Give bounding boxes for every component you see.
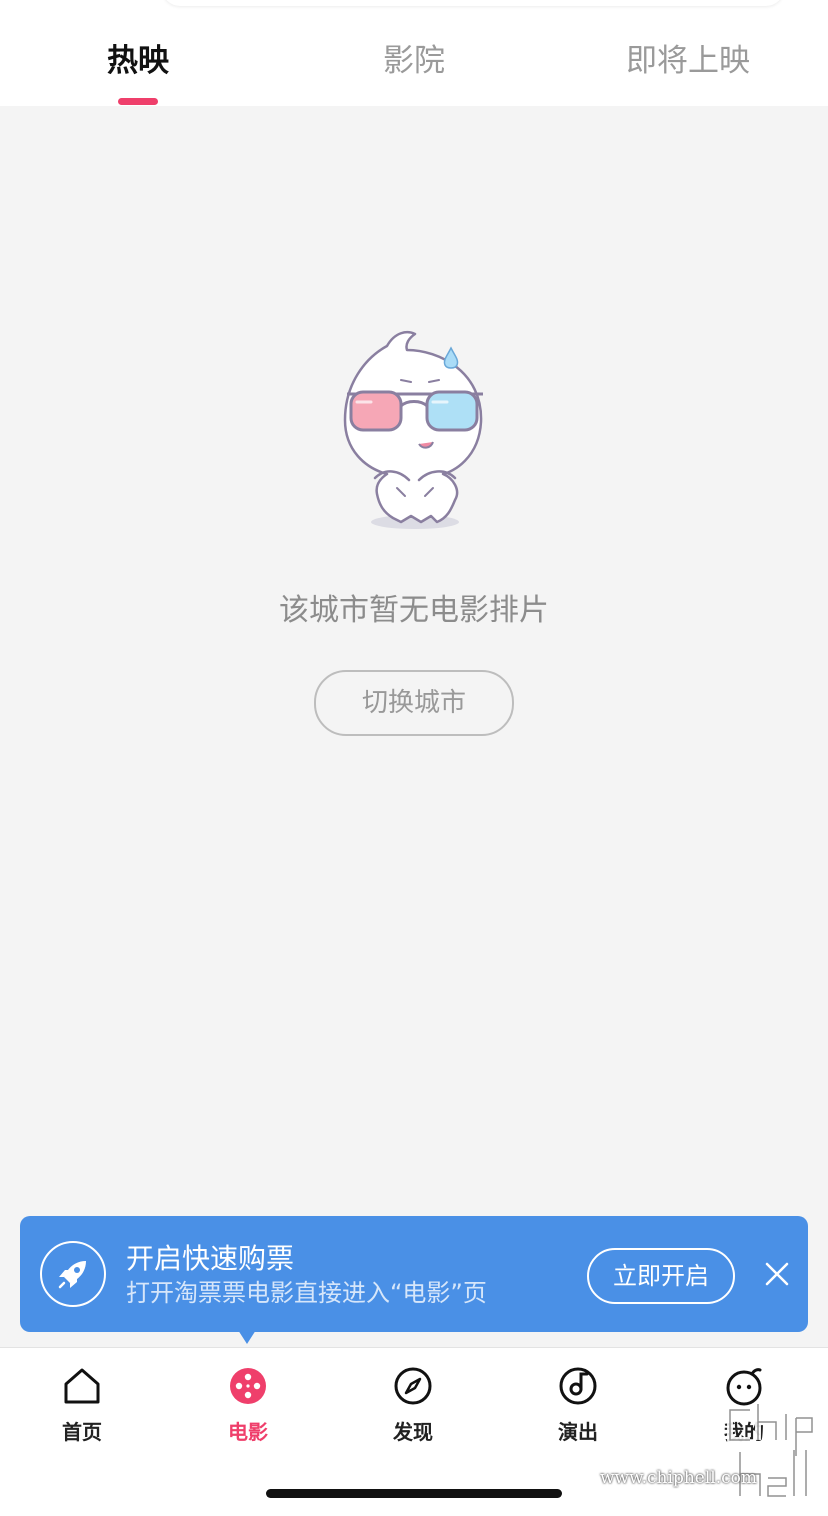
banner-subtitle: 打开淘票票电影直接进入“电影”页 [126, 1279, 487, 1307]
active-tab-indicator [118, 98, 158, 105]
tab-cinemas[interactable]: 影院 [383, 40, 445, 82]
tab-now-showing[interactable]: 热映 [107, 40, 169, 82]
quick-purchase-banner[interactable]: 开启快速购票 打开淘票票电影直接进入“电影”页 立即开启 [20, 1216, 808, 1332]
search-bar[interactable] [162, 0, 784, 6]
chiphell-watermark-logo [727, 1404, 815, 1499]
close-icon[interactable] [765, 1262, 789, 1286]
home-indicator [266, 1489, 562, 1498]
switch-city-button[interactable]: 切换城市 [314, 670, 514, 736]
tabbar-item-discover[interactable]: 发现 [363, 1366, 463, 1445]
rocket-icon [40, 1241, 106, 1307]
music-note-icon [559, 1367, 597, 1405]
watermark-url: www.chiphell.com [600, 1468, 757, 1488]
enable-now-button[interactable]: 立即开启 [587, 1248, 735, 1304]
tabbar-item-home[interactable]: 首页 [32, 1366, 132, 1445]
tabbar-item-movie[interactable]: 电影 [198, 1366, 298, 1445]
top-navigation: 热映 影院 即将上映 [0, 0, 828, 106]
tabbar-label: 发现 [393, 1420, 433, 1444]
banner-pointer [238, 1330, 256, 1344]
movie-icon [230, 1368, 266, 1404]
tabbar-label: 电影 [228, 1420, 268, 1444]
banner-title: 开启快速购票 [126, 1242, 295, 1275]
tab-coming-soon[interactable]: 即将上映 [626, 40, 750, 82]
empty-state-message: 该城市暂无电影排片 [279, 593, 549, 628]
3d-glasses-mascot [343, 330, 483, 529]
compass-icon [394, 1367, 432, 1405]
tabbar-label: 首页 [62, 1420, 102, 1444]
home-icon [64, 1368, 100, 1404]
